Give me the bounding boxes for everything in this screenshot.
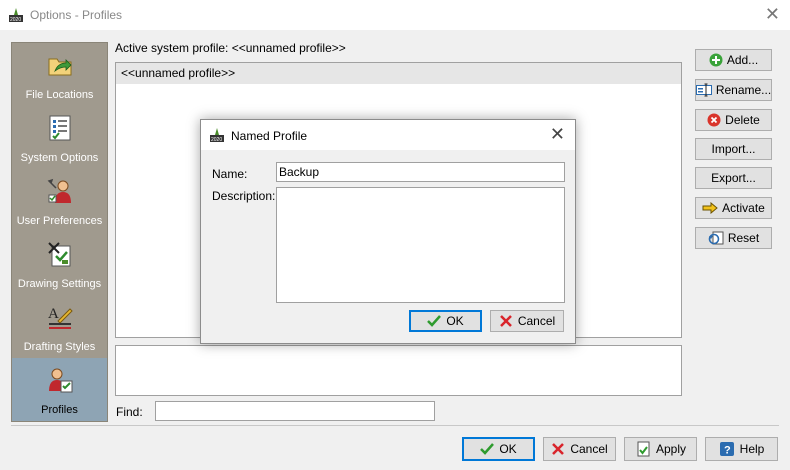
description-field[interactable] xyxy=(276,187,565,303)
cancel-x-icon xyxy=(552,443,565,455)
ok-button[interactable]: OK xyxy=(462,437,535,461)
sidebar-item-system-options[interactable]: System Options xyxy=(12,106,107,169)
user-prefs-icon xyxy=(47,178,71,203)
svg-text:2020: 2020 xyxy=(10,17,21,23)
window-titlebar: 2020 Options - Profiles ✕ xyxy=(0,0,790,30)
reset-button[interactable]: Reset xyxy=(695,227,772,249)
delete-button[interactable]: Delete xyxy=(695,109,772,131)
sidebar-item-label: Drafting Styles xyxy=(23,341,96,353)
export-button[interactable]: Export... xyxy=(695,167,772,189)
sidebar-item-label: User Preferences xyxy=(16,215,103,227)
checklist-icon xyxy=(49,115,70,141)
apply-button[interactable]: Apply xyxy=(624,437,697,461)
cancel-x-icon xyxy=(499,315,512,327)
app-logo-icon: 2020 xyxy=(9,8,23,23)
sidebar-item-profiles[interactable]: Profiles xyxy=(12,358,107,421)
sidebar-item-drawing-settings[interactable]: Drawing Settings xyxy=(12,232,107,295)
sidebar-item-user-preferences[interactable]: User Preferences xyxy=(12,169,107,232)
export-button-label: Export... xyxy=(711,171,756,185)
dialog-title: Named Profile xyxy=(231,129,308,143)
cancel-button-label: Cancel xyxy=(570,442,608,456)
app-logo-icon: 2020 xyxy=(210,128,224,143)
window-title: Options - Profiles xyxy=(30,8,123,22)
rename-button-label: Rename... xyxy=(715,83,772,97)
list-item[interactable]: <<unnamed profile>> xyxy=(116,63,681,84)
active-profile-label: Active system profile: <<unnamed profile… xyxy=(115,41,346,55)
sidebar-item-label: Drawing Settings xyxy=(17,278,102,290)
add-button[interactable]: Add... xyxy=(695,49,772,71)
find-input[interactable] xyxy=(155,401,435,421)
options-sidebar: File Locations System Options User Prefe… xyxy=(11,42,108,422)
add-icon xyxy=(709,53,723,67)
sidebar-item-label: System Options xyxy=(20,152,99,164)
help-button-label: Help xyxy=(739,442,765,456)
footer-divider xyxy=(11,425,779,426)
svg-text:2020: 2020 xyxy=(211,137,222,143)
help-button[interactable]: ? Help xyxy=(705,437,778,461)
folder-arrow-icon xyxy=(48,58,72,76)
add-button-label: Add... xyxy=(726,53,759,67)
dialog-titlebar: 2020 Named Profile ✕ xyxy=(201,120,575,150)
svg-text:A: A xyxy=(48,306,59,322)
apply-button-label: Apply xyxy=(655,442,687,456)
delete-icon xyxy=(707,113,721,127)
checkmark-icon xyxy=(427,315,442,327)
import-button[interactable]: Import... xyxy=(695,138,772,160)
dialog-cancel-label: Cancel xyxy=(517,314,556,328)
delete-button-label: Delete xyxy=(725,113,760,127)
profiles-icon xyxy=(48,368,72,393)
cancel-button[interactable]: Cancel xyxy=(543,437,616,461)
dialog-ok-label: OK xyxy=(446,314,464,328)
reset-button-label: Reset xyxy=(727,231,760,245)
name-label: Name: xyxy=(212,167,248,181)
apply-icon xyxy=(637,441,650,457)
reset-icon xyxy=(708,231,724,245)
ok-button-label: OK xyxy=(499,442,517,456)
dialog-cancel-button[interactable]: Cancel xyxy=(490,310,564,332)
window-close-button[interactable]: ✕ xyxy=(765,4,780,24)
dialog-ok-button[interactable]: OK xyxy=(409,310,482,332)
find-label: Find: xyxy=(116,405,143,419)
description-label: Description: xyxy=(212,189,276,203)
rename-icon xyxy=(695,83,712,97)
drafting-styles-icon: A xyxy=(48,306,73,329)
activate-button-label: Activate xyxy=(722,201,765,215)
arrow-right-icon xyxy=(702,202,718,214)
import-button-label: Import... xyxy=(711,142,756,156)
checkmark-icon xyxy=(480,443,495,455)
name-field[interactable] xyxy=(276,162,565,182)
profile-description-box xyxy=(115,345,682,396)
help-icon: ? xyxy=(719,442,734,457)
sidebar-item-label: Profiles xyxy=(41,404,78,416)
drawing-settings-icon xyxy=(47,242,70,267)
sidebar-item-file-locations[interactable]: File Locations xyxy=(12,43,107,106)
svg-text:?: ? xyxy=(724,445,731,457)
rename-button[interactable]: Rename... xyxy=(695,79,772,101)
named-profile-dialog: 2020 Named Profile ✕ Name: Description: … xyxy=(200,119,576,344)
sidebar-item-label: File Locations xyxy=(25,89,94,101)
dialog-close-button[interactable]: ✕ xyxy=(550,124,565,144)
activate-button[interactable]: Activate xyxy=(695,197,772,219)
sidebar-item-drafting-styles[interactable]: A Drafting Styles xyxy=(12,295,107,358)
